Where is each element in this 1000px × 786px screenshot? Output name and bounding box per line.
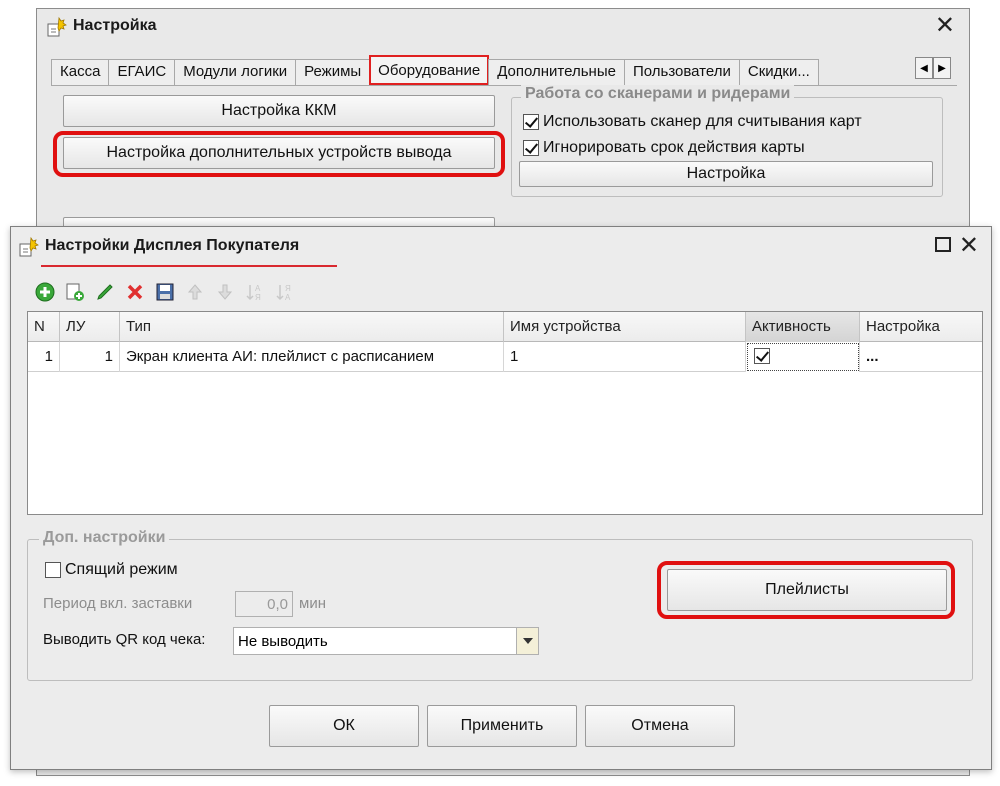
kkm-settings-button[interactable]: Настройка ККМ [63,95,495,127]
cell-lu[interactable]: 1 [60,342,120,372]
tab-scroll-right-icon[interactable]: ▶ [933,57,951,79]
cell-active[interactable] [746,342,860,372]
ignore-expiry-label: Игнорировать срок действия карты [543,139,805,156]
scanner-groupbox-title: Работа со сканерами и ридерами [521,85,795,103]
chevron-down-icon[interactable] [516,628,538,654]
cell-device-name[interactable]: 1 [504,342,746,372]
extra-settings-title: Доп. настройки [39,529,170,547]
qr-code-label: Выводить QR код чека: [43,631,206,648]
table-row[interactable]: 1 1 Экран клиента АИ: плейлист с расписа… [28,342,982,372]
dialog-window-icon [17,235,41,259]
svg-text:A: A [285,293,291,302]
close-icon[interactable]: ✕ [959,231,979,261]
ignore-expiry-checkbox[interactable] [523,140,539,156]
close-icon[interactable]: ✕ [935,11,955,41]
column-header-n[interactable]: N [28,312,60,342]
edit-icon[interactable] [93,280,117,304]
move-up-icon [183,280,207,304]
move-down-icon [213,280,237,304]
tab-scroll-arrows: ◀ ▶ [915,57,951,79]
tab-additional[interactable]: Дополнительные [488,59,625,85]
tab-logic-modules[interactable]: Модули логики [174,59,297,85]
dialog-title: Настройки Дисплея Покупателя [45,237,300,254]
tab-scroll-left-icon[interactable]: ◀ [915,57,933,79]
tab-equipment[interactable]: Оборудование [369,55,490,85]
sleep-mode-label: Спящий режим [65,561,178,578]
cancel-button[interactable]: Отмена [585,705,735,747]
extra-devices-button[interactable]: Настройка дополнительных устройств вывод… [63,137,495,169]
cell-type[interactable]: Экран клиента АИ: плейлист с расписанием [120,342,504,372]
save-icon[interactable] [153,280,177,304]
scanner-settings-button[interactable]: Настройка [519,161,933,187]
devices-table: N ЛУ Тип Имя устройства Активность Настр… [27,311,983,515]
settings-window-icon [45,15,69,39]
column-header-device-name[interactable]: Имя устройства [504,312,746,342]
dialog-titlebar: Настройки Дисплея Покупателя ✕ [11,227,991,267]
tab-kassa[interactable]: Касса [51,59,110,85]
customer-display-dialog: Настройки Дисплея Покупателя ✕ AЯ Я A N … [10,226,992,770]
playlists-button[interactable]: Плейлисты [667,569,947,611]
column-header-active[interactable]: Активность [746,312,860,342]
maximize-icon[interactable] [935,237,951,252]
settings-titlebar: Настройка ✕ [37,9,969,45]
tab-users[interactable]: Пользователи [623,59,740,85]
add-icon[interactable] [33,280,57,304]
use-scanner-label: Использовать сканер для считывания карт [543,113,862,130]
active-checkbox[interactable] [754,348,770,364]
sort-desc-icon: ЯA [273,280,297,304]
use-scanner-checkbox[interactable] [523,114,539,130]
sleep-mode-checkbox[interactable] [45,562,61,578]
use-scanner-row: Использовать сканер для считывания карт [523,113,862,131]
tab-discounts[interactable]: Скидки... [738,59,819,85]
cell-settings-ellipsis[interactable]: ... [860,342,982,372]
screensaver-unit: мин [299,595,326,612]
screensaver-period-field: 0,0 [235,591,293,617]
dialog-title-underline [41,265,337,267]
copy-icon[interactable] [63,280,87,304]
column-header-type[interactable]: Тип [120,312,504,342]
svg-text:A: A [255,284,261,293]
delete-icon[interactable] [123,280,147,304]
grid-toolbar: AЯ ЯA [33,279,297,305]
settings-window-title: Настройка [73,17,157,34]
apply-button[interactable]: Применить [427,705,577,747]
column-header-lu[interactable]: ЛУ [60,312,120,342]
svg-text:Я: Я [255,293,261,302]
qr-code-select[interactable]: Не выводить [233,627,539,655]
ignore-expiry-row: Игнорировать срок действия карты [523,139,805,157]
tab-egais[interactable]: ЕГАИС [108,59,176,85]
screensaver-label: Период вкл. заставки [43,595,193,612]
table-header: N ЛУ Тип Имя устройства Активность Настр… [28,312,982,342]
qr-code-select-value: Не выводить [238,632,328,650]
column-header-settings[interactable]: Настройка [860,312,982,342]
sleep-mode-row: Спящий режим [45,561,178,579]
svg-text:Я: Я [285,284,291,293]
cell-n[interactable]: 1 [28,342,60,372]
ok-button[interactable]: ОК [269,705,419,747]
tab-modes[interactable]: Режимы [295,59,371,85]
settings-tabs: Касса ЕГАИС Модули логики Режимы Оборудо… [51,55,819,85]
sort-asc-icon: AЯ [243,280,267,304]
